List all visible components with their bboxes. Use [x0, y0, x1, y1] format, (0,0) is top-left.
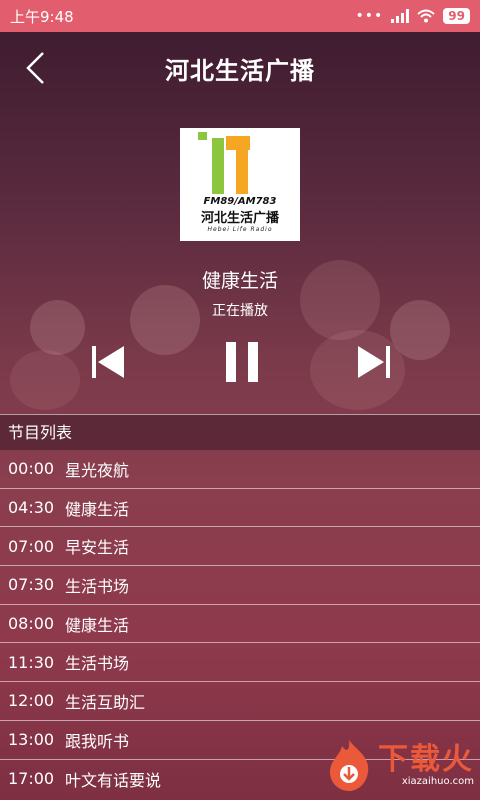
now-playing-program: 健康生活: [201, 270, 278, 292]
more-dots-icon: •••: [355, 8, 384, 24]
bokeh-light: [130, 285, 200, 355]
wifi-icon: [417, 9, 435, 23]
logo-frequency: FM89/AM783: [203, 196, 277, 207]
program-list-item[interactable]: 12:00 生活互助汇: [0, 682, 480, 721]
program-list-item[interactable]: 00:00 星光夜航: [0, 450, 480, 489]
back-button[interactable]: [18, 50, 52, 86]
program-name: 叶文有话要说: [65, 770, 162, 790]
status-bar: 上午9:48 ••• 99: [0, 0, 480, 32]
program-time: 11:30: [8, 652, 55, 672]
top-bar: 河北生活广播: [0, 32, 480, 104]
logo-english-name: Hebei Life Radio: [207, 226, 273, 233]
program-time: 00:00: [8, 459, 55, 479]
program-name: 生活互助汇: [65, 692, 146, 712]
program-list-title: 节目列表: [0, 414, 480, 450]
program-name: 生活书场: [65, 576, 130, 596]
program-time: 07:00: [8, 536, 55, 556]
program-time: 08:00: [8, 614, 55, 634]
watermark: 下载火 xiazaihuo.com: [326, 738, 474, 792]
program-time: 07:30: [8, 575, 55, 595]
playing-status: 正在播放: [212, 303, 268, 319]
signal-icon: [391, 9, 410, 23]
watermark-url: xiazaihuo.com: [401, 775, 474, 787]
logo-station-name: 河北生活广播: [200, 211, 279, 226]
next-button[interactable]: [352, 340, 396, 384]
station-logo: FM89/AM783 河北生活广播 Hebei Life Radio: [180, 128, 300, 241]
pause-button[interactable]: [212, 330, 272, 394]
watermark-text: 下载火: [378, 741, 474, 777]
page-title: 河北生活广播: [165, 56, 315, 85]
back-arrow-icon: [26, 52, 44, 84]
program-name: 早安生活: [65, 538, 130, 558]
program-name: 跟我听书: [65, 731, 130, 751]
program-name: 健康生活: [65, 615, 130, 635]
program-time: 12:00: [8, 691, 55, 711]
status-time: 上午9:48: [10, 7, 74, 26]
program-name: 星光夜航: [65, 460, 130, 480]
next-icon: [358, 346, 390, 378]
program-list-item[interactable]: 11:30 生活书场: [0, 643, 480, 683]
status-icons: ••• 99: [356, 8, 470, 24]
program-list-item[interactable]: 07:00 早安生活: [0, 527, 480, 567]
pause-icon: [226, 342, 258, 382]
previous-icon: [92, 346, 124, 378]
program-name: 健康生活: [65, 499, 130, 519]
flame-logo-icon: [330, 740, 369, 791]
program-time: 13:00: [8, 730, 55, 750]
program-list-item[interactable]: 04:30 健康生活: [0, 489, 480, 528]
program-time: 17:00: [8, 769, 55, 789]
program-time: 04:30: [8, 498, 55, 518]
program-list-item[interactable]: 07:30 生活书场: [0, 566, 480, 605]
program-list-item[interactable]: 08:00 健康生活: [0, 605, 480, 644]
battery-icon: 99: [443, 8, 470, 24]
program-name: 生活书场: [65, 654, 130, 674]
previous-button[interactable]: [86, 340, 130, 384]
bokeh-light: [10, 350, 80, 410]
logo-mark: [198, 132, 250, 194]
